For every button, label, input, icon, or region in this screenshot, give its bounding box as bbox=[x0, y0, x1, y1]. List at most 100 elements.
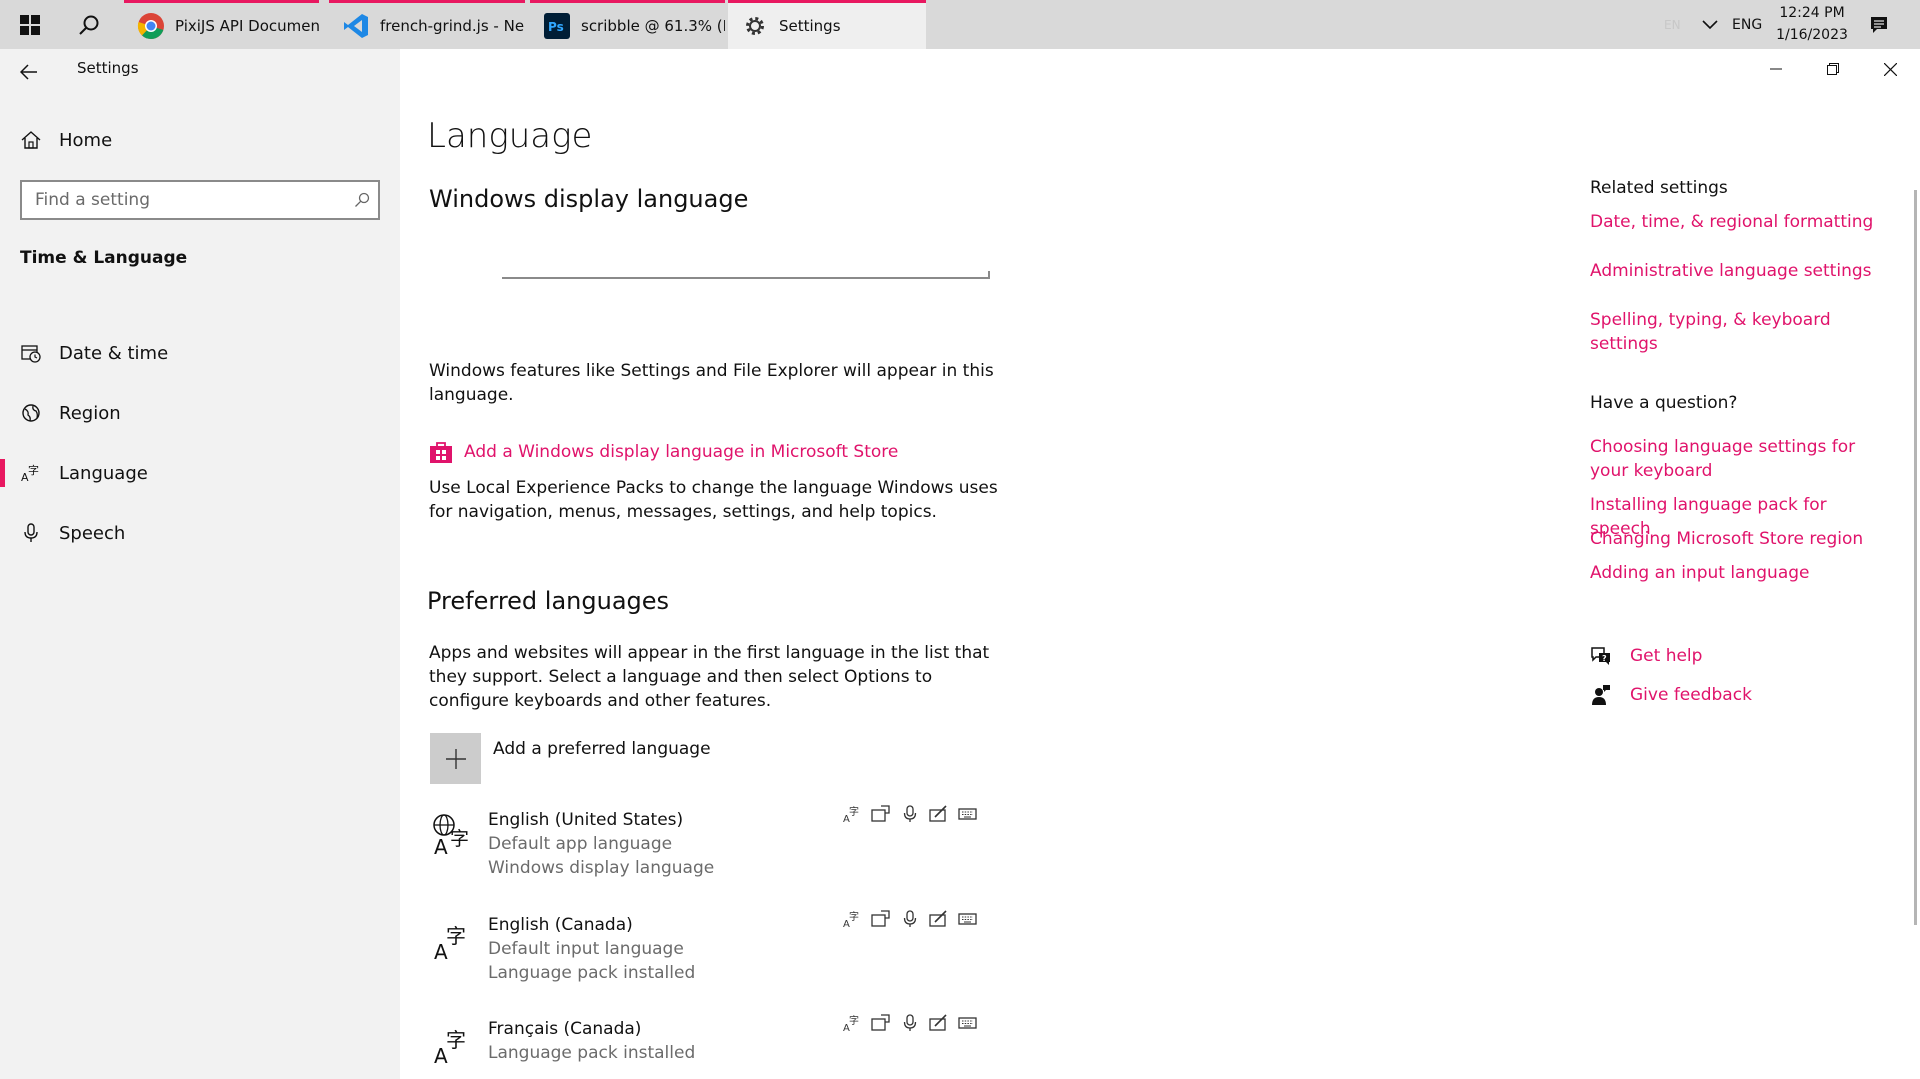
store-bag-icon bbox=[430, 442, 452, 463]
link-date-time-formatting[interactable]: Date, time, & regional formatting bbox=[1590, 210, 1890, 234]
keyboard-feature-icon bbox=[958, 909, 977, 928]
give-feedback-label: Give feedback bbox=[1630, 685, 1752, 705]
taskbar-app-settings[interactable]: Settings bbox=[728, 0, 926, 49]
input-language-indicator[interactable]: ENG bbox=[1732, 0, 1762, 49]
language-status: Windows display language bbox=[488, 858, 715, 878]
search-button[interactable] bbox=[60, 0, 118, 49]
language-features: A字 bbox=[842, 1013, 977, 1032]
taskbar-app-photoshop[interactable]: Ps scribble @ 61.3% (L... bbox=[530, 0, 725, 49]
search-input[interactable] bbox=[35, 190, 354, 210]
nav-home[interactable]: Home bbox=[0, 117, 400, 163]
close-button[interactable] bbox=[1862, 49, 1918, 89]
link-add-input-language[interactable]: Adding an input language bbox=[1590, 561, 1890, 585]
get-help-link[interactable]: ? Get help bbox=[1590, 645, 1702, 667]
language-item-en-us[interactable]: A字 English (United States) Default app l… bbox=[430, 805, 980, 890]
language-status: Default app language bbox=[488, 834, 673, 854]
language-name: Français (Canada) bbox=[488, 1019, 642, 1039]
gear-icon bbox=[740, 11, 770, 41]
windows-logo-icon bbox=[20, 14, 40, 35]
svg-text:字: 字 bbox=[446, 924, 466, 948]
language-globe-icon: A字 bbox=[433, 814, 469, 856]
svg-text:A: A bbox=[434, 835, 448, 856]
ime-indicator[interactable]: EN bbox=[1664, 0, 1681, 49]
add-preferred-language-button[interactable]: Add a preferred language bbox=[430, 733, 711, 784]
language-name: English (United States) bbox=[488, 810, 684, 830]
minimize-icon bbox=[1770, 68, 1782, 70]
window-title: Settings bbox=[77, 59, 139, 77]
sidebar-item-label: Speech bbox=[59, 522, 126, 544]
preferred-languages-heading: Preferred languages bbox=[427, 587, 670, 615]
display-language-feature-icon: A字 bbox=[842, 909, 861, 928]
language-status: Language pack installed bbox=[488, 963, 696, 983]
handwriting-feature-icon bbox=[929, 1013, 948, 1032]
svg-text:字: 字 bbox=[28, 463, 39, 477]
display-language-description: Windows features like Settings and File … bbox=[429, 361, 994, 405]
speech-recognition-feature-icon bbox=[900, 1013, 919, 1032]
clock-date: 1/16/2023 bbox=[1776, 27, 1848, 43]
taskbar-app-label: french-grind.js - Ne... bbox=[380, 17, 525, 35]
find-setting-search[interactable] bbox=[20, 180, 380, 220]
handwriting-feature-icon bbox=[929, 909, 948, 928]
language-features: A字 bbox=[842, 909, 977, 928]
vscode-icon bbox=[341, 11, 371, 41]
restore-button[interactable] bbox=[1805, 49, 1861, 89]
notification-icon bbox=[1871, 16, 1887, 33]
get-help-label: Get help bbox=[1630, 646, 1703, 666]
vertical-scrollbar[interactable] bbox=[1914, 190, 1917, 925]
text-to-speech-feature-icon bbox=[871, 909, 890, 928]
link-spelling-typing-keyboard[interactable]: Spelling, typing, & keyboard settings bbox=[1590, 308, 1890, 356]
language-status: Language pack installed bbox=[488, 1043, 696, 1063]
taskbar-app-label: Settings bbox=[779, 17, 841, 35]
keyboard-feature-icon bbox=[958, 1013, 977, 1032]
store-language-link[interactable]: Add a Windows display language in Micros… bbox=[429, 440, 898, 464]
search-icon bbox=[355, 192, 370, 207]
sidebar-item-label: Region bbox=[59, 402, 121, 424]
photoshop-icon: Ps bbox=[542, 11, 572, 41]
language-status: Default input language bbox=[488, 939, 684, 959]
home-icon bbox=[20, 129, 42, 151]
action-center-button[interactable] bbox=[1862, 0, 1896, 49]
sidebar-item-speech[interactable]: Speech bbox=[0, 510, 400, 556]
taskbar-app-vscode[interactable]: french-grind.js - Ne... bbox=[329, 0, 525, 49]
language-item-en-ca[interactable]: A字 English (Canada) Default input langua… bbox=[430, 910, 980, 995]
language-name: English (Canada) bbox=[488, 915, 633, 935]
back-button[interactable] bbox=[16, 59, 42, 85]
link-store-region[interactable]: Changing Microsoft Store region bbox=[1590, 527, 1890, 551]
tray-overflow-button[interactable] bbox=[1698, 0, 1722, 49]
calendar-clock-icon bbox=[20, 342, 42, 364]
speech-recognition-feature-icon bbox=[900, 909, 919, 928]
give-feedback-link[interactable]: Give feedback bbox=[1590, 684, 1752, 706]
link-admin-language-settings[interactable]: Administrative language settings bbox=[1590, 259, 1890, 283]
sidebar-item-language[interactable]: A字 Language bbox=[0, 450, 400, 496]
taskbar-app-chrome[interactable]: PixiJS API Documen... bbox=[124, 0, 319, 49]
start-button[interactable] bbox=[0, 0, 60, 49]
store-link-label: Add a Windows display language in Micros… bbox=[464, 442, 899, 462]
feedback-person-icon bbox=[1590, 684, 1612, 706]
handwriting-feature-icon bbox=[929, 804, 948, 823]
sidebar-item-date-time[interactable]: Date & time bbox=[0, 330, 400, 376]
clock[interactable]: 12:24 PM 1/16/2023 bbox=[1772, 2, 1852, 46]
microphone-icon bbox=[20, 522, 42, 544]
language-features: A字 bbox=[842, 804, 977, 823]
display-language-dropdown[interactable] bbox=[502, 271, 990, 279]
language-item-fr-ca[interactable]: A字 Français (Canada) Language pack insta… bbox=[430, 1014, 980, 1075]
preferred-languages-description: Apps and websites will appear in the fir… bbox=[429, 643, 990, 711]
back-arrow-icon bbox=[20, 64, 37, 80]
language-icon: A字 bbox=[434, 924, 466, 961]
language-icon: A字 bbox=[434, 1028, 466, 1065]
sidebar-item-label: Date & time bbox=[59, 342, 169, 364]
taskbar: PixiJS API Documen... french-grind.js - … bbox=[0, 0, 1920, 49]
sidebar-item-region[interactable]: Region bbox=[0, 390, 400, 436]
text-to-speech-feature-icon bbox=[871, 804, 890, 823]
svg-text:Ps: Ps bbox=[548, 20, 564, 34]
minimize-button[interactable] bbox=[1748, 49, 1804, 89]
svg-text:字: 字 bbox=[849, 910, 859, 923]
text-to-speech-feature-icon bbox=[871, 1013, 890, 1032]
chevron-down-icon bbox=[1702, 19, 1718, 29]
keyboard-feature-icon bbox=[958, 804, 977, 823]
display-language-feature-icon: A字 bbox=[842, 804, 861, 823]
sidebar-item-label: Language bbox=[59, 462, 148, 484]
link-keyboard-language-settings[interactable]: Choosing language settings for your keyb… bbox=[1590, 435, 1890, 483]
svg-text:字: 字 bbox=[446, 1028, 466, 1052]
clock-time: 12:24 PM bbox=[1779, 5, 1845, 21]
